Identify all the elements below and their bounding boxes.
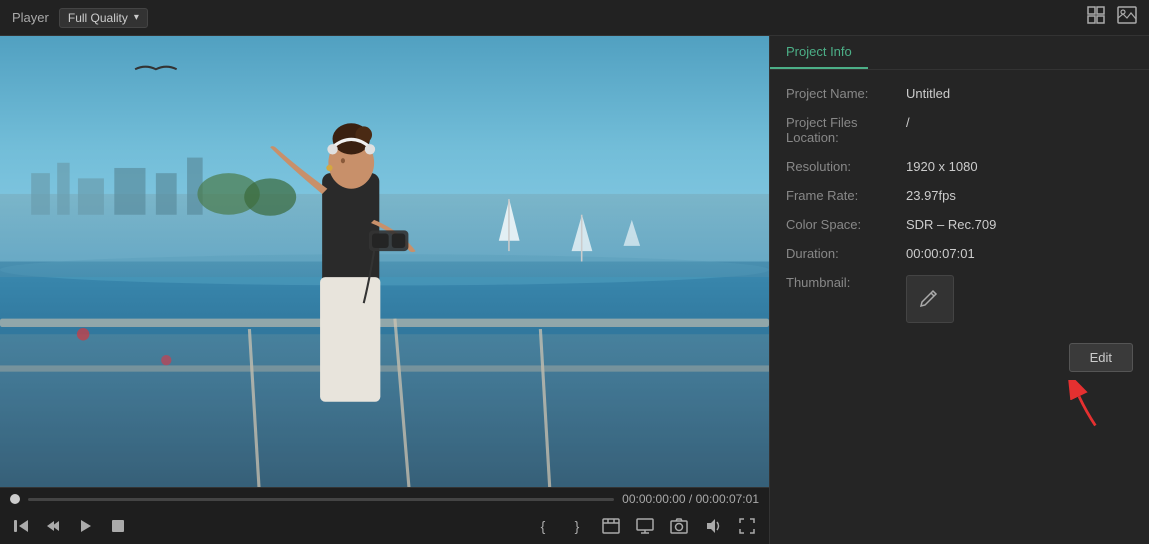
arrow-container (786, 380, 1109, 433)
progress-dot[interactable] (10, 494, 20, 504)
info-row-frame-rate: Frame Rate: 23.97fps (786, 188, 1133, 203)
label-project-files: Project Files Location: (786, 115, 906, 145)
main-content: 00:00:00:00 / 00:00:07:01 (0, 36, 1149, 544)
play-button[interactable] (74, 514, 98, 538)
audio-button[interactable] (701, 514, 725, 538)
video-container (0, 36, 769, 487)
edit-thumbnail-icon (919, 286, 941, 313)
top-bar-right (1087, 6, 1137, 29)
quality-dropdown[interactable]: Full Quality ▾ (59, 8, 148, 28)
time-separator: / (689, 492, 696, 506)
time-display: 00:00:00:00 / 00:00:07:01 (622, 492, 759, 506)
label-duration: Duration: (786, 246, 906, 261)
player-area: 00:00:00:00 / 00:00:07:01 (0, 36, 769, 544)
time-current: 00:00:00:00 (622, 492, 685, 506)
sidebar-tabs: Project Info (770, 36, 1149, 70)
value-resolution: 1920 x 1080 (906, 159, 978, 174)
edit-button[interactable]: Edit (1069, 343, 1133, 372)
value-color-space: SDR – Rec.709 (906, 217, 996, 232)
red-arrow-icon (1059, 380, 1109, 433)
info-row-project-files: Project Files Location: / (786, 115, 1133, 145)
clip-button[interactable] (599, 514, 623, 538)
fullscreen-button[interactable] (735, 514, 759, 538)
scene-svg (0, 36, 769, 487)
thumbnail-box[interactable] (906, 275, 954, 323)
label-frame-rate: Frame Rate: (786, 188, 906, 203)
chevron-down-icon: ▾ (134, 12, 139, 23)
tab-project-info[interactable]: Project Info (770, 36, 868, 69)
info-row-resolution: Resolution: 1920 x 1080 (786, 159, 1133, 174)
control-bar: 00:00:00:00 / 00:00:07:01 (0, 487, 769, 544)
value-project-name: Untitled (906, 86, 950, 101)
monitor-button[interactable] (633, 514, 657, 538)
player-label: Player (12, 10, 49, 25)
edit-btn-row: Edit (786, 343, 1133, 372)
value-frame-rate: 23.97fps (906, 188, 956, 203)
quality-label: Full Quality (68, 11, 128, 25)
controls-row: { } (0, 510, 769, 544)
snapshot-button[interactable] (667, 514, 691, 538)
sidebar: Project Info Project Name: Untitled Proj… (769, 36, 1149, 544)
progress-track[interactable] (28, 498, 614, 501)
label-color-space: Color Space: (786, 217, 906, 232)
right-controls: { } (531, 514, 759, 538)
step-back-button[interactable] (42, 514, 66, 538)
image-icon[interactable] (1117, 6, 1137, 29)
mark-out-button[interactable]: } (565, 514, 589, 538)
info-row-duration: Duration: 00:00:07:01 (786, 246, 1133, 261)
top-bar: Player Full Quality ▾ (0, 0, 1149, 36)
stop-button[interactable] (106, 514, 130, 538)
thumbnail-area: Thumbnail: (786, 275, 1133, 323)
value-project-files: / (906, 115, 910, 130)
label-project-name: Project Name: (786, 86, 906, 101)
mark-in-button[interactable]: { (531, 514, 555, 538)
label-resolution: Resolution: (786, 159, 906, 174)
progress-row: 00:00:00:00 / 00:00:07:01 (0, 488, 769, 510)
label-thumbnail: Thumbnail: (786, 275, 906, 290)
video-scene (0, 36, 769, 487)
value-duration: 00:00:07:01 (906, 246, 975, 261)
grid-layout-icon[interactable] (1087, 6, 1105, 29)
time-total: 00:00:07:01 (696, 492, 759, 506)
sidebar-content: Project Name: Untitled Project Files Loc… (770, 70, 1149, 544)
info-row-project-name: Project Name: Untitled (786, 86, 1133, 101)
info-row-color-space: Color Space: SDR – Rec.709 (786, 217, 1133, 232)
skip-back-button[interactable] (10, 514, 34, 538)
